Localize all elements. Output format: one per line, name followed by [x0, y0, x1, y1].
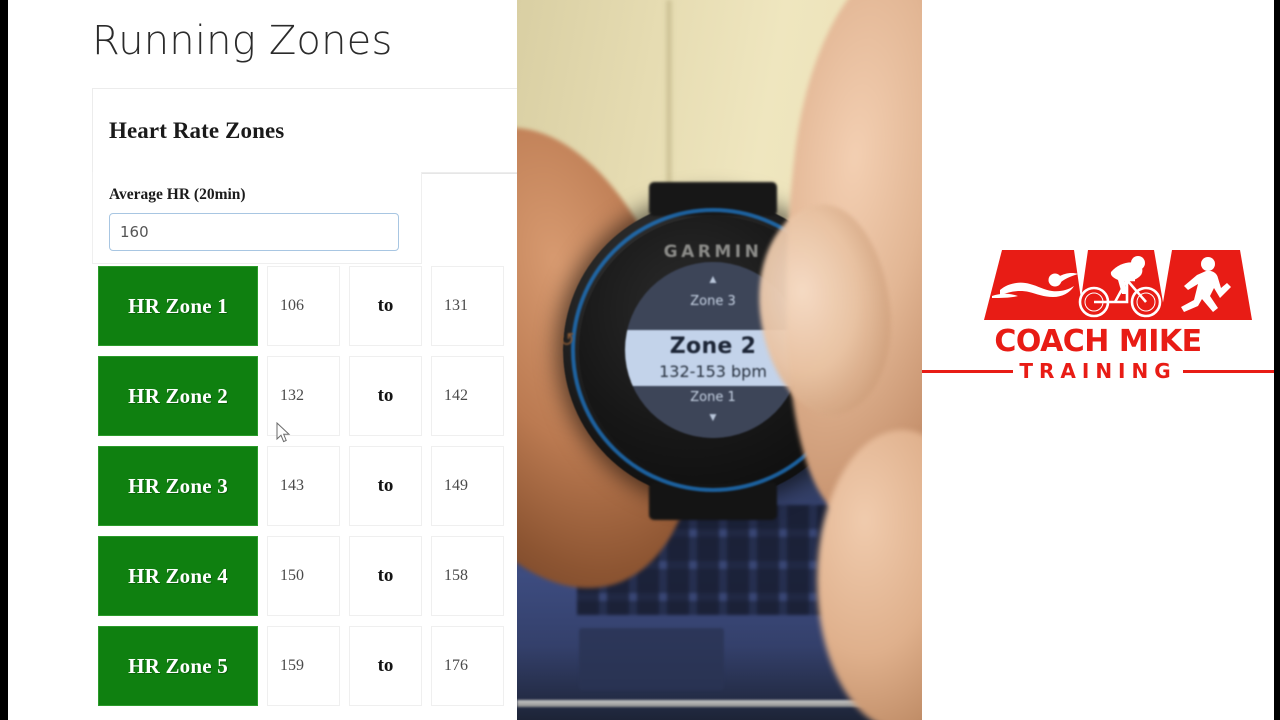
zone-low-value: 150: [280, 567, 304, 584]
average-hr-input[interactable]: [109, 213, 399, 251]
card-header: Heart Rate Zones: [93, 89, 517, 173]
zone-low-cell: 150: [267, 536, 340, 616]
logo-panel: COACH MIKE TRAINING: [922, 0, 1275, 720]
table-row: HR Zone 1 106 to 131: [98, 266, 517, 356]
table-row: HR Zone 4 150 to 158: [98, 536, 517, 626]
video-player[interactable]: GARMIN ↺ GARMIN ▲ Zone 3 Zone 2 132-153 …: [517, 0, 922, 720]
logo-tagline: TRAINING: [1019, 359, 1177, 383]
zone-label: HR Zone 5: [128, 653, 228, 678]
zone-high-value: 131: [444, 297, 468, 314]
table-row: HR Zone 3 143 to 149: [98, 446, 517, 536]
zone-badge: HR Zone 2: [98, 356, 258, 436]
zone-high-value: 158: [444, 567, 468, 584]
zone-high-cell: 149: [431, 446, 504, 526]
page-title: Running Zones: [92, 18, 393, 64]
zone-badge: HR Zone 1: [98, 266, 258, 346]
watch-back-button-icon[interactable]: ↺: [559, 330, 581, 352]
zone-low-value: 159: [280, 657, 304, 674]
coach-mike-training-logo: COACH MIKE TRAINING: [922, 250, 1275, 395]
logo-rule-left: [922, 369, 1014, 373]
table-row: HR Zone 5 159 to 176: [98, 626, 517, 716]
zone-low-value: 143: [280, 477, 304, 494]
zone-high-cell: 131: [431, 266, 504, 346]
heart-rate-zones-card: Heart Rate Zones: [92, 88, 517, 174]
zone-badge: HR Zone 4: [98, 536, 258, 616]
zone-separator-cell: to: [349, 266, 422, 346]
zone-badge: HR Zone 3: [98, 446, 258, 526]
zone-separator-cell: to: [349, 536, 422, 616]
zone-badge: HR Zone 5: [98, 626, 258, 706]
zone-label: HR Zone 3: [128, 473, 228, 498]
zone-separator-label: to: [377, 565, 394, 586]
logo-brand-name: COACH MIKE: [994, 324, 1202, 359]
logo-sport-panels-icon: [984, 250, 1252, 320]
zone-label: HR Zone 2: [128, 383, 228, 408]
zone-separator-cell: to: [349, 356, 422, 436]
zone-separator-label: to: [377, 475, 394, 496]
zone-low-cell: 159: [267, 626, 340, 706]
laptop-trackpad: [579, 628, 724, 690]
logo-tagline-row: TRAINING: [922, 359, 1275, 383]
zone-low-cell: 106: [267, 266, 340, 346]
zone-high-value: 176: [444, 657, 468, 674]
zone-high-cell: 158: [431, 536, 504, 616]
zone-high-value: 149: [444, 477, 468, 494]
screen: Running Zones Heart Rate Zones Average H…: [0, 0, 1280, 720]
card-header-title: Heart Rate Zones: [109, 117, 285, 143]
scroll-down-arrow-icon[interactable]: ▼: [625, 411, 801, 423]
zone-label: HR Zone 4: [128, 563, 228, 588]
zone-low-cell: 132: [267, 356, 340, 436]
zone-separator-label: to: [377, 295, 394, 316]
zone-high-cell: 176: [431, 626, 504, 706]
zone-separator-cell: to: [349, 446, 422, 526]
hr-zones-table: HR Zone 1 106 to 131 HR Zone 2 132 to 14…: [98, 266, 517, 716]
zone-low-cell: 143: [267, 446, 340, 526]
browser-panel: Running Zones Heart Rate Zones Average H…: [8, 0, 517, 720]
logo-rule-right: [1182, 369, 1275, 373]
zone-separator-label: to: [377, 385, 394, 406]
watch-zone-below-label[interactable]: Zone 1: [625, 390, 801, 405]
table-row: HR Zone 2 132 to 142: [98, 356, 517, 446]
zone-separator-cell: to: [349, 626, 422, 706]
zone-low-value: 106: [280, 297, 304, 314]
zone-low-value: 132: [280, 387, 304, 404]
average-hr-label: Average HR (20min): [109, 186, 246, 203]
zone-high-cell: 142: [431, 356, 504, 436]
zone-high-value: 142: [444, 387, 468, 404]
average-hr-form-group: Average HR (20min): [92, 172, 422, 264]
zone-label: HR Zone 1: [128, 293, 228, 318]
zone-separator-label: to: [377, 655, 394, 676]
